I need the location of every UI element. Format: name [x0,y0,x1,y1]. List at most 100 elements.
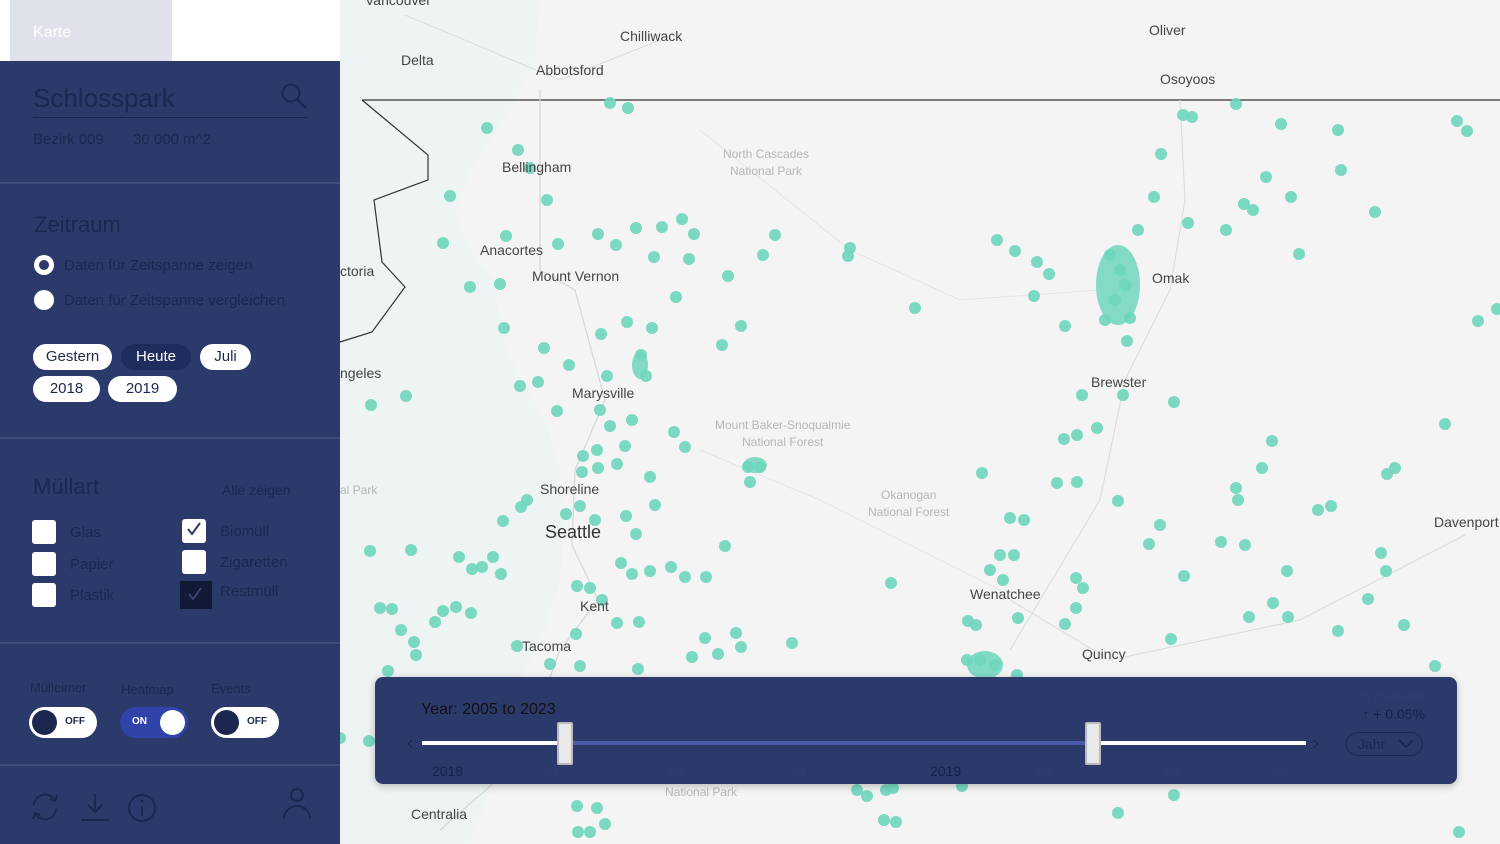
waste-marker[interactable] [1112,495,1124,507]
checkbox-zigaretten[interactable]: Zigaretten [182,550,288,574]
waste-marker[interactable] [1112,807,1124,819]
checkbox-glas[interactable]: Glas [32,520,101,544]
waste-marker[interactable] [861,790,873,802]
waste-marker[interactable] [464,281,476,293]
waste-marker[interactable] [1155,148,1167,160]
waste-marker[interactable] [626,568,638,580]
waste-marker[interactable] [890,816,902,828]
checkbox[interactable] [182,550,206,574]
waste-marker[interactable] [591,444,603,456]
waste-marker[interactable] [769,229,781,241]
waste-marker[interactable] [1362,593,1374,605]
waste-marker[interactable] [572,826,584,838]
waste-marker[interactable] [1375,547,1387,559]
timeline-unit-select[interactable]: Jahr [1346,732,1423,756]
waste-marker[interactable] [1260,171,1272,183]
waste-marker[interactable] [1168,789,1180,801]
waste-marker[interactable] [395,624,407,636]
chip-gestern[interactable]: Gestern [33,344,112,370]
waste-marker[interactable] [497,515,509,527]
waste-marker[interactable] [1168,396,1180,408]
waste-marker[interactable] [1008,549,1020,561]
waste-marker[interactable] [719,540,731,552]
waste-marker[interactable] [601,370,613,382]
waste-marker[interactable] [1018,514,1030,526]
waste-marker[interactable] [584,582,596,594]
waste-marker[interactable] [1009,245,1021,257]
waste-marker[interactable] [991,234,1003,246]
marker-cluster[interactable] [743,457,767,473]
waste-marker[interactable] [878,814,890,826]
checkbox[interactable] [32,552,56,576]
waste-marker[interactable] [735,320,747,332]
waste-marker[interactable] [591,802,603,814]
waste-marker[interactable] [632,663,644,675]
refresh-icon[interactable] [28,790,62,824]
waste-marker[interactable] [453,551,465,563]
waste-marker[interactable] [909,302,921,314]
waste-marker[interactable] [592,462,604,474]
search-input[interactable]: Schlosspark [33,83,175,114]
waste-marker[interactable] [544,658,556,670]
waste-marker[interactable] [1332,124,1344,136]
waste-marker[interactable] [1312,504,1324,516]
user-icon[interactable] [280,786,314,820]
waste-marker[interactable] [644,471,656,483]
waste-marker[interactable] [450,601,462,613]
waste-marker[interactable] [621,316,633,328]
waste-marker[interactable] [400,390,412,402]
waste-marker[interactable] [1043,268,1055,280]
waste-marker[interactable] [512,144,524,156]
waste-marker[interactable] [500,230,512,242]
waste-marker[interactable] [374,602,386,614]
download-icon[interactable] [78,790,112,824]
chip-juli[interactable]: Juli [200,344,251,370]
waste-marker[interactable] [1070,572,1082,584]
waste-marker[interactable] [1230,98,1242,110]
waste-marker[interactable] [1389,462,1401,474]
waste-marker[interactable] [668,426,680,438]
waste-marker[interactable] [574,500,586,512]
checkbox-biomuell[interactable]: Biomüll [182,519,269,543]
toggle-muelleimer[interactable]: OFF [29,707,97,738]
waste-marker[interactable] [570,628,582,640]
waste-marker[interactable] [1182,217,1194,229]
waste-marker[interactable] [429,616,441,628]
waste-marker[interactable] [997,574,1009,586]
marker-cluster[interactable] [632,351,648,379]
waste-marker[interactable] [466,563,478,575]
tab-karte[interactable]: Karte [10,0,172,61]
waste-marker[interactable] [1117,389,1129,401]
checkbox-papier[interactable]: Papier [32,552,113,576]
waste-marker[interactable] [630,222,642,234]
chip-heute[interactable]: Heute [121,344,191,370]
waste-marker[interactable] [595,328,607,340]
waste-marker[interactable] [1071,429,1083,441]
waste-marker[interactable] [1243,611,1255,623]
waste-marker[interactable] [1256,462,1268,474]
waste-marker[interactable] [495,568,507,580]
waste-marker[interactable] [1215,536,1227,548]
waste-marker[interactable] [1439,418,1451,430]
waste-marker[interactable] [592,228,604,240]
waste-marker[interactable] [577,450,589,462]
chip-2018[interactable]: 2018 [33,376,100,402]
waste-marker[interactable] [1451,115,1463,127]
waste-marker[interactable] [1293,248,1305,260]
search-field[interactable]: Schlosspark [33,80,308,118]
waste-marker[interactable] [633,616,645,628]
waste-marker[interactable] [970,619,982,631]
waste-marker[interactable] [538,342,550,354]
waste-marker[interactable] [1165,633,1177,645]
waste-marker[interactable] [487,551,499,563]
waste-marker[interactable] [1154,519,1166,531]
waste-marker[interactable] [611,458,623,470]
waste-marker[interactable] [679,441,691,453]
waste-marker[interactable] [1143,538,1155,550]
search-icon[interactable] [280,82,308,110]
waste-marker[interactable] [1076,389,1088,401]
waste-marker[interactable] [1491,303,1500,315]
waste-marker[interactable] [648,251,660,263]
waste-marker[interactable] [1059,320,1071,332]
waste-marker[interactable] [683,253,695,265]
